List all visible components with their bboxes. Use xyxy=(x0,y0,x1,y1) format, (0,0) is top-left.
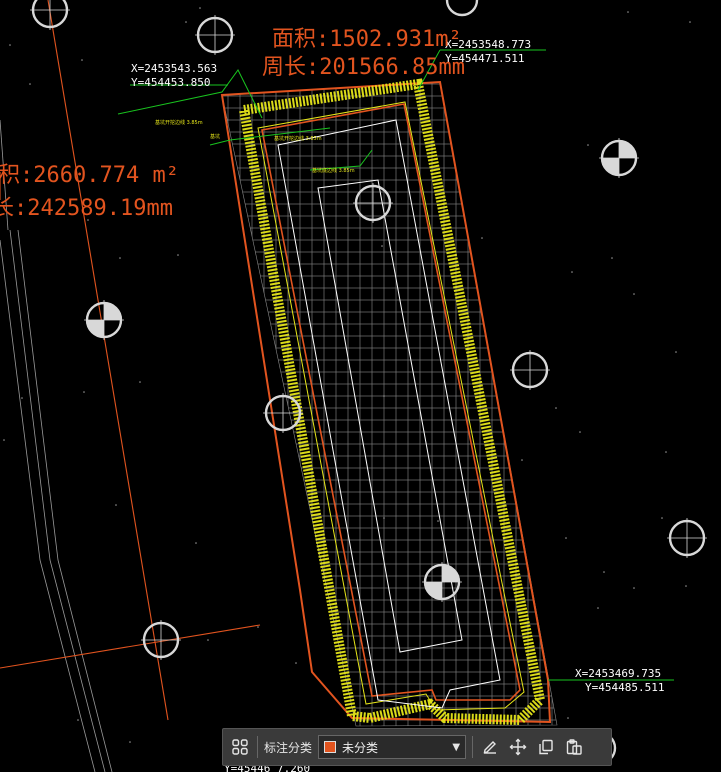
small-perimeter-label: 周长:201566.85mm xyxy=(262,55,465,80)
large-area-label: 积:2660.774 m² xyxy=(0,163,179,188)
cad-canvas[interactable]: 基坑开挖边线 3.85m 基坑 基坑开挖边线 3.85m 基坑底边线 3.85m… xyxy=(0,0,721,772)
grid-icon[interactable] xyxy=(229,736,251,758)
category-color-swatch xyxy=(324,741,337,753)
annotation-toolbar: 标注分类 未分类 ▼ xyxy=(222,728,612,766)
svg-text:基坑开挖边线 3.85m: 基坑开挖边线 3.85m xyxy=(155,119,203,126)
svg-text:基坑: 基坑 xyxy=(210,133,220,140)
coord-tl-y: Y=454453.850 xyxy=(131,76,210,89)
copy-icon[interactable] xyxy=(535,736,557,758)
paste-icon[interactable] xyxy=(563,736,585,758)
toolbar-divider xyxy=(472,736,474,758)
coord-br-x: X=2453469.735 xyxy=(575,667,661,680)
coord-br-y: Y=454485.511 xyxy=(585,681,664,694)
large-perimeter-label: 长:242589.19mm xyxy=(0,196,173,221)
parcel-lines xyxy=(0,0,261,721)
move-icon[interactable] xyxy=(507,736,529,758)
svg-text:基坑底边线 3.85m: 基坑底边线 3.85m xyxy=(312,167,355,174)
edit-icon[interactable] xyxy=(479,736,501,758)
category-value: 未分类 xyxy=(342,740,379,755)
svg-text:基坑开挖边线 3.85m: 基坑开挖边线 3.85m xyxy=(274,135,322,142)
chevron-down-icon: ▼ xyxy=(452,741,461,753)
coord-tl-x: X=2453543.563 xyxy=(131,62,217,75)
category-select[interactable]: 未分类 ▼ xyxy=(318,735,467,759)
toolbar-divider xyxy=(257,736,258,758)
category-label: 标注分类 xyxy=(264,740,313,755)
small-area-label: 面积:1502.931m² xyxy=(272,27,462,52)
